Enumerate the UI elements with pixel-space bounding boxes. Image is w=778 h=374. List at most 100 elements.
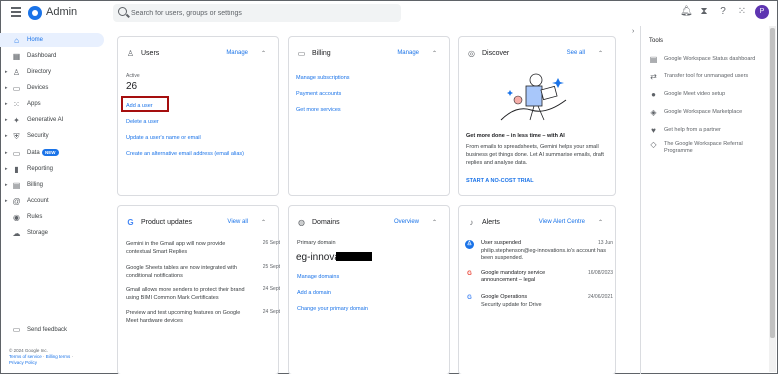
- search-icon[interactable]: [118, 7, 127, 16]
- devices-icon: ▭: [12, 83, 21, 93]
- add-domain-link[interactable]: Add a domain: [297, 290, 331, 296]
- expand-arrow-icon[interactable]: ▸: [5, 198, 9, 204]
- get-more-services-link[interactable]: Get more services: [296, 107, 341, 113]
- globe-icon: ◍: [298, 217, 305, 227]
- sidebar-item-security[interactable]: ▸ ⛨ Security: [0, 129, 104, 143]
- create-alias-link[interactable]: Create an alternative email address (ema…: [126, 151, 244, 157]
- app-title[interactable]: Admin: [46, 6, 77, 18]
- terms-link[interactable]: Terms of service: [9, 354, 42, 359]
- chevron-right-icon[interactable]: ›: [632, 28, 634, 35]
- scrollbar-thumb[interactable]: [770, 28, 775, 338]
- sidebar-item-reporting[interactable]: ▸ ▮ Reporting: [0, 162, 104, 176]
- tool-item[interactable]: ◈ Google Workspace Marketplace: [649, 109, 767, 117]
- send-feedback-button[interactable]: ▭ Send feedback: [12, 325, 67, 334]
- expand-arrow-icon[interactable]: ▸: [5, 101, 9, 107]
- product-updates-card: G Product updates View all ⌃ Gemini in t…: [117, 205, 280, 374]
- sidebar-item-storage[interactable]: ☁ Storage: [0, 226, 104, 240]
- users-icon: ♙: [126, 48, 135, 58]
- expand-arrow-icon[interactable]: ▸: [5, 166, 9, 172]
- list-item[interactable]: Preview and test upcoming features on Go…: [126, 309, 280, 325]
- list-item[interactable]: G Google mandatory service announcement …: [465, 270, 613, 290]
- sidebar-item-directory[interactable]: ▸ ♙ Directory: [0, 65, 104, 79]
- search-input[interactable]: [131, 6, 391, 20]
- card-title: Alerts: [482, 218, 500, 226]
- sidebar-item-dashboard[interactable]: ▦ Dashboard: [0, 49, 104, 63]
- chevron-up-icon[interactable]: ⌃: [261, 219, 266, 226]
- overview-link[interactable]: Overview: [394, 219, 419, 225]
- alert-description: philip.stephenson@eg-innovations.io's ac…: [481, 248, 606, 261]
- see-all-link[interactable]: See all: [567, 50, 585, 56]
- chevron-up-icon[interactable]: ⌃: [261, 50, 266, 57]
- news-date: 25 Sept: [262, 264, 280, 270]
- sidebar-item-label: Data: [27, 150, 40, 156]
- bar-chart-icon: ▮: [14, 164, 19, 174]
- expand-arrow-icon[interactable]: ▸: [5, 182, 9, 188]
- avatar[interactable]: P: [755, 5, 769, 19]
- chevron-up-icon[interactable]: ⌃: [432, 219, 437, 226]
- sidebar-item-generative-ai[interactable]: ▸ ✦ Generative AI: [0, 113, 104, 127]
- person-icon: ♙: [12, 67, 21, 77]
- hourglass-icon[interactable]: ⧗: [698, 6, 710, 18]
- privacy-link[interactable]: Privacy Policy: [9, 360, 37, 365]
- apps-grid-icon[interactable]: ⁙: [736, 6, 748, 18]
- billing-manage-link[interactable]: Manage: [397, 50, 419, 56]
- sidebar-item-label: Billing: [27, 182, 44, 188]
- domains-card: ◍ Domains Overview ⌃ Primary domain Mana…: [288, 205, 450, 374]
- search-bar[interactable]: [113, 4, 401, 22]
- manage-domains-link[interactable]: Manage domains: [297, 274, 339, 280]
- admin-logo-icon[interactable]: [28, 6, 42, 20]
- expand-arrow-icon[interactable]: ▸: [5, 117, 9, 123]
- sidebar-item-account[interactable]: ▸ @ Account: [0, 194, 104, 208]
- tool-label: Transfer tool for unmanaged users: [664, 73, 749, 79]
- sidebar-item-label: Reporting: [27, 166, 54, 172]
- top-bar: Admin 🔔︎ ⧗ ? ⁙ P: [0, 0, 778, 26]
- view-all-link[interactable]: View all: [227, 219, 248, 225]
- bell-icon: ♪: [469, 217, 474, 227]
- expand-arrow-icon[interactable]: ▸: [5, 85, 9, 91]
- tool-item[interactable]: ◇ The Google Workspace Referral Programme: [649, 141, 767, 155]
- delete-user-link[interactable]: Delete a user: [126, 119, 159, 125]
- sidebar-item-devices[interactable]: ▸ ▭ Devices: [0, 81, 104, 95]
- bell-icon[interactable]: 🔔︎: [680, 6, 693, 18]
- list-item[interactable]: Gemini in the Gmail app will now provide…: [126, 240, 280, 256]
- change-primary-domain-link[interactable]: Change your primary domain: [297, 306, 368, 312]
- list-item[interactable]: G Google Operations 24/06/2021 Security …: [465, 294, 613, 314]
- tool-label: The Google Workspace Referral Programme: [664, 141, 743, 154]
- expand-arrow-icon[interactable]: ▸: [5, 133, 9, 139]
- billing-icon: ▤: [12, 180, 21, 190]
- status-dashboard-icon: ▤: [649, 55, 658, 64]
- list-item[interactable]: Gmail allows more senders to protect the…: [126, 286, 280, 302]
- new-badge: NEW: [42, 149, 59, 156]
- view-alert-centre-link[interactable]: View Alert Centre: [539, 219, 585, 225]
- sidebar-item-apps[interactable]: ▸ ⁙ Apps: [0, 97, 104, 111]
- help-icon[interactable]: ?: [717, 6, 729, 18]
- tool-item[interactable]: ♥ Get help from a partner: [649, 127, 767, 135]
- card-title: Users: [141, 49, 160, 57]
- billing-terms-link[interactable]: Billing terms: [46, 354, 71, 359]
- sidebar-item-billing[interactable]: ▸ ▤ Billing: [0, 178, 104, 192]
- sidebar-item-data[interactable]: ▸ ▭ Data NEW: [0, 146, 104, 160]
- update-user-link[interactable]: Update a user's name or email: [126, 135, 201, 141]
- dashboard-icon: ▦: [12, 51, 21, 61]
- tool-item[interactable]: ⇄ Transfer tool for unmanaged users: [649, 73, 767, 81]
- tool-item[interactable]: ▤ Google Workspace Status dashboard: [649, 55, 767, 64]
- card-title: Billing: [312, 49, 331, 57]
- chevron-up-icon[interactable]: ⌃: [598, 219, 603, 226]
- list-item[interactable]: ♙ User suspended 13 Jun philip.stephenso…: [465, 240, 613, 266]
- list-item[interactable]: Google Sheets tables are now integrated …: [126, 264, 280, 280]
- tool-item[interactable]: ● Google Meet video setup: [649, 91, 767, 99]
- chevron-up-icon[interactable]: ⌃: [598, 50, 603, 57]
- expand-arrow-icon[interactable]: ▸: [5, 69, 9, 75]
- sidebar-item-rules[interactable]: ◉ Rules: [0, 210, 104, 224]
- card-title: Product updates: [141, 218, 192, 226]
- start-trial-button[interactable]: START A NO-COST TRIAL: [466, 178, 534, 184]
- scrollbar[interactable]: [769, 26, 776, 372]
- sidebar-item-home[interactable]: ⌂ Home: [0, 33, 104, 47]
- news-date: 24 Sept: [262, 286, 280, 292]
- main-menu-icon[interactable]: [11, 7, 21, 17]
- manage-subscriptions-link[interactable]: Manage subscriptions: [296, 75, 350, 81]
- users-manage-link[interactable]: Manage: [226, 50, 248, 56]
- chevron-up-icon[interactable]: ⌃: [432, 50, 437, 57]
- payment-accounts-link[interactable]: Payment accounts: [296, 91, 341, 97]
- expand-arrow-icon[interactable]: ▸: [5, 150, 9, 156]
